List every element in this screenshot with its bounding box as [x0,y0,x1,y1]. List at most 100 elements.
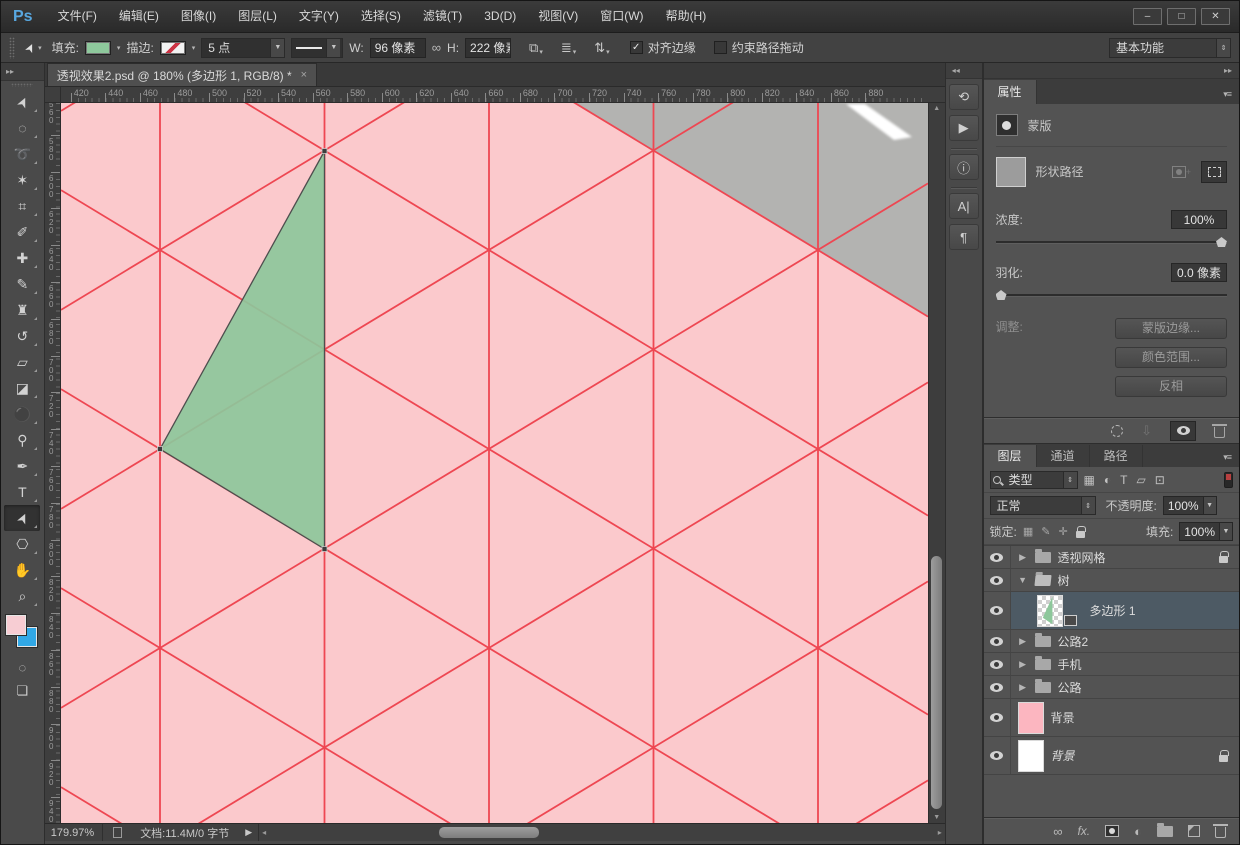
expand-triangle-icon[interactable]: ▶ [1018,659,1028,670]
align-edges-checkbox-row[interactable]: ✓ 对齐边缘 [630,39,696,56]
stroke-type-select[interactable]: ▼ [291,38,343,58]
horizontal-scrollbar-thumb[interactable] [439,827,539,838]
chevron-down-icon[interactable]: ▼ [1220,522,1233,541]
layer-visibility-cell[interactable] [984,592,1011,629]
path-arrange-icon[interactable]: ⇅▾ [590,40,613,56]
layer-name[interactable]: 手机 [1058,656,1082,673]
layer-row[interactable]: ▶ 公路2 [984,630,1239,653]
new-layer-icon[interactable] [1188,825,1200,837]
adjustment-layer-icon[interactable]: ◐ [1134,824,1142,839]
layer-content[interactable]: ▶ 透视网格 [1011,546,1239,568]
layer-visibility-cell[interactable] [984,676,1011,698]
eyedropper-tool[interactable]: ✐ [4,219,40,245]
eye-icon[interactable] [990,713,1003,722]
layer-style-icon[interactable]: fx. [1077,824,1090,838]
layer-content[interactable]: 背景 [1011,737,1239,774]
menu-item[interactable]: 窗口(W) [589,1,654,32]
history-panel-icon[interactable]: ⟲ [949,84,979,110]
color-range-button[interactable]: 颜色范围... [1115,347,1227,368]
path-selection-tool[interactable]: ➤ [4,505,40,531]
path-alignment-icon[interactable]: ≣▾ [557,40,580,56]
layer-visibility-cell[interactable] [984,737,1011,774]
tab-channels[interactable]: 通道 [1037,445,1090,467]
density-slider-thumb[interactable] [1216,237,1227,247]
layer-thumbnail[interactable] [1018,740,1044,772]
magic-wand-tool[interactable]: ✶ [4,167,40,193]
eye-icon[interactable] [990,751,1003,760]
chevron-down-icon[interactable]: ▼ [1204,496,1217,515]
horizontal-scrollbar[interactable]: ◂ ▸ [259,824,945,841]
layer-name[interactable]: 多边形 1 [1090,602,1136,619]
mask-visibility-eye-icon[interactable] [1170,421,1196,441]
add-mask-icon[interactable] [1105,825,1119,837]
move-tool[interactable]: ➤ [4,89,40,115]
marquee-tool[interactable]: ◌ [4,115,40,141]
add-pixel-mask-icon[interactable]: + [1172,166,1191,178]
layer-content[interactable]: 多边形 1 [1011,592,1239,629]
delete-layer-icon[interactable] [1215,827,1226,838]
new-group-icon[interactable] [1157,826,1173,837]
stroke-color-swatch[interactable] [160,41,186,55]
menu-item[interactable]: 3D(D) [473,1,527,32]
menu-item[interactable]: 编辑(E) [108,1,170,32]
eye-icon[interactable] [990,683,1003,692]
layer-content[interactable]: ▶公路 [1011,676,1239,698]
density-slider[interactable] [996,235,1227,249]
filter-adjustment-layers-icon[interactable]: ◐ [1104,473,1111,487]
clone-stamp-tool[interactable]: ♜ [4,297,40,323]
scroll-down-icon[interactable]: ▼ [929,814,945,821]
status-menu-icon[interactable]: ▶ [239,827,258,838]
panel-menu-icon[interactable]: ▾≡ [1223,452,1239,467]
density-value[interactable]: 100% [1171,210,1227,229]
vertical-scrollbar-thumb[interactable] [931,556,942,809]
layer-name[interactable]: 背景 [1051,709,1075,726]
add-vector-mask-icon[interactable] [1201,161,1227,183]
filter-shape-layers-icon[interactable]: ▱ [1136,473,1145,487]
expand-triangle-icon[interactable]: ▶ [1018,552,1028,563]
layer-name[interactable]: 树 [1058,572,1070,589]
tab-paths[interactable]: 路径 [1090,445,1143,467]
fill-combo[interactable]: 100% ▼ [1179,522,1233,541]
stroke-width-select[interactable]: 5 点 ▼ [201,38,285,58]
filter-type-select[interactable]: 类型 ⇕ [990,471,1078,489]
expand-triangle-icon[interactable]: ▶ [1018,682,1028,693]
collapse-triangle-icon[interactable]: ▼ [1018,575,1028,585]
apply-mask-icon[interactable]: ⇩ [1141,423,1152,439]
current-tool-preset[interactable]: ➤ ▾ [21,41,46,55]
panels-collapse-header[interactable]: ▸▸ [984,63,1239,79]
lock-transparency-icon[interactable]: ▦ [1023,525,1033,538]
eye-icon[interactable] [990,637,1003,646]
eraser-tool[interactable]: ▱ [4,349,40,375]
character-panel-icon[interactable]: A| [949,193,979,219]
layer-name[interactable]: 公路2 [1058,633,1089,650]
history-brush-tool[interactable]: ↺ [4,323,40,349]
layer-thumbnail[interactable] [1018,702,1044,734]
link-dimensions-icon[interactable]: ∞ [432,40,441,55]
mask-thumbnail[interactable] [996,157,1026,187]
lock-pixels-icon[interactable]: ✎ [1041,525,1050,538]
link-layers-icon[interactable]: ∞ [1053,824,1062,839]
expand-triangle-icon[interactable]: ▶ [1018,636,1028,647]
menu-item[interactable]: 滤镜(T) [412,1,473,32]
blend-mode-select[interactable]: 正常 ⇕ [990,496,1096,515]
filter-toggle[interactable] [1224,472,1233,488]
layer-row[interactable]: 背景 [984,699,1239,737]
checkbox-unchecked-icon[interactable] [714,41,727,54]
layer-row[interactable]: ▼树 [984,569,1239,592]
screen-mode-icon[interactable]: ❏ [4,679,40,703]
filter-type-layers-icon[interactable]: T [1120,473,1127,487]
tab-close-icon[interactable]: × [301,69,307,81]
layer-content[interactable]: ▶ 公路2 [1011,630,1239,652]
maximize-button[interactable]: □ [1167,8,1196,25]
menu-item[interactable]: 图像(I) [170,1,227,32]
menu-item[interactable]: 文件(F) [47,1,108,32]
feather-value[interactable]: 0.0 像素 [1171,263,1227,282]
layer-name[interactable]: 透视网格 [1058,549,1106,566]
workspace-select[interactable]: 基本功能 ⇕ [1109,38,1231,58]
menu-item[interactable]: 图层(L) [227,1,288,32]
lock-all-icon[interactable] [1076,531,1085,538]
scroll-right-icon[interactable]: ▸ [938,828,942,837]
panel-menu-icon[interactable]: ▾≡ [1223,89,1239,104]
opacity-combo[interactable]: 100% ▼ [1163,496,1217,515]
brush-tool[interactable]: ✎ [4,271,40,297]
